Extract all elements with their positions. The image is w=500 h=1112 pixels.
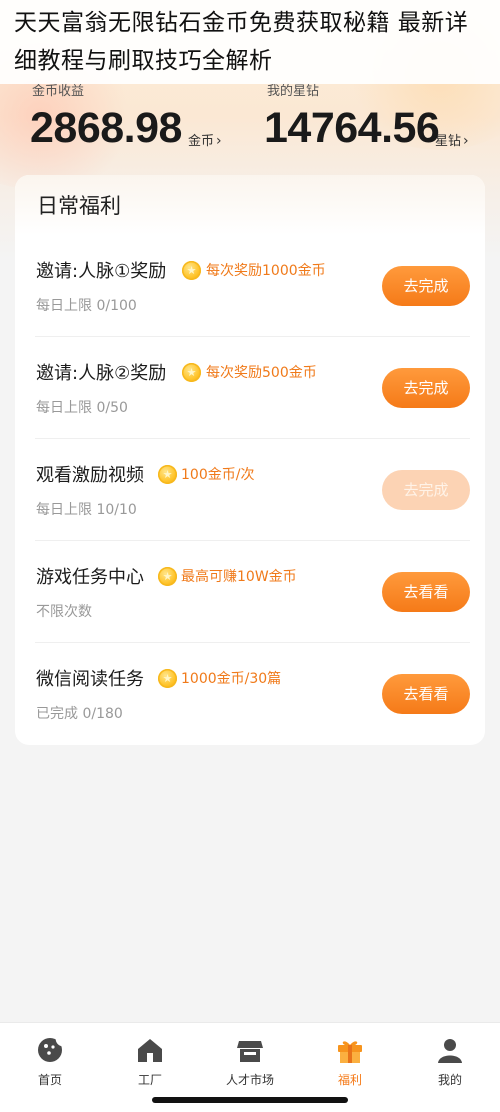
task-limit: 不限次数 <box>36 604 92 620</box>
task-limit: 每日上限 10/10 <box>36 502 137 518</box>
task-limit: 每日上限 0/50 <box>36 400 128 416</box>
star-unit: 星钻 <box>435 134 462 149</box>
chevron-right-icon: › <box>463 133 469 149</box>
tab-label: 我的 <box>437 1073 462 1087</box>
coin-unit: 金币 <box>188 134 215 149</box>
coin-icon <box>182 363 201 382</box>
task-reward: 每次奖励500金币 <box>206 365 317 381</box>
task-row: 微信阅读任务 1000金币/30篇 已完成 0/180 去看看 <box>15 643 485 745</box>
profile-icon <box>438 1039 462 1063</box>
task-action-button[interactable]: 去完成 <box>382 470 470 510</box>
tab-label: 首页 <box>37 1073 62 1087</box>
gift-icon <box>338 1041 362 1063</box>
home-indicator <box>152 1097 348 1103</box>
task-reward: 1000金币/30篇 <box>181 671 282 687</box>
factory-icon <box>138 1039 162 1062</box>
task-row: 观看激励视频 100金币/次 每日上限 10/10 去完成 <box>15 439 485 541</box>
chevron-right-icon: › <box>216 133 222 149</box>
market-icon <box>237 1041 263 1062</box>
coin-income-link[interactable]: 金币 › <box>188 130 222 149</box>
task-action-button[interactable]: 去完成 <box>382 368 470 408</box>
tab-label: 福利 <box>337 1073 362 1087</box>
task-name: 观看激励视频 <box>36 465 144 486</box>
coin-icon <box>182 261 201 280</box>
tab-profile[interactable]: 我的 <box>400 1035 500 1088</box>
home-cookie-icon <box>38 1038 63 1062</box>
task-action-button[interactable]: 去完成 <box>382 266 470 306</box>
task-action-button[interactable]: 去看看 <box>382 674 470 714</box>
task-row: 邀请:人脉①奖励 每次奖励1000金币 每日上限 0/100 去完成 <box>15 235 485 337</box>
task-name: 邀请:人脉②奖励 <box>36 363 167 384</box>
tab-factory[interactable]: 工厂 <box>100 1035 200 1088</box>
task-name: 游戏任务中心 <box>36 567 144 588</box>
tab-label: 工厂 <box>137 1073 162 1087</box>
task-name: 微信阅读任务 <box>36 669 144 690</box>
star-diamond-value: 14764.56 <box>264 104 440 152</box>
coin-icon <box>158 567 177 586</box>
task-row: 游戏任务中心 最高可赚10W金币 不限次数 去看看 <box>15 541 485 643</box>
star-diamond-link[interactable]: 星钻 › <box>435 130 469 149</box>
task-reward: 每次奖励1000金币 <box>206 263 326 279</box>
task-limit: 每日上限 0/100 <box>36 298 137 314</box>
task-row: 邀请:人脉②奖励 每次奖励500金币 每日上限 0/50 去完成 <box>15 337 485 439</box>
daily-welfare-card: 日常福利 邀请:人脉①奖励 每次奖励1000金币 每日上限 0/100 去完成 … <box>15 175 485 745</box>
coin-icon <box>158 465 177 484</box>
task-name: 邀请:人脉①奖励 <box>36 261 167 282</box>
tab-welfare[interactable]: 福利 <box>300 1035 400 1088</box>
tab-label: 人才市场 <box>225 1073 274 1087</box>
tab-talent-market[interactable]: 人才市场 <box>200 1035 300 1088</box>
coin-income-value: 2868.98 <box>30 104 182 152</box>
task-reward: 100金币/次 <box>181 467 255 483</box>
task-reward: 最高可赚10W金币 <box>181 569 297 585</box>
section-title: 日常福利 <box>15 175 485 235</box>
tab-home[interactable]: 首页 <box>0 1035 100 1088</box>
overlay-title: 天天富翁无限钻石金币免费获取秘籍 最新详细教程与刷取技巧全解析 <box>0 0 500 84</box>
coin-icon <box>158 669 177 688</box>
task-limit: 已完成 0/180 <box>36 706 123 722</box>
task-action-button[interactable]: 去看看 <box>382 572 470 612</box>
